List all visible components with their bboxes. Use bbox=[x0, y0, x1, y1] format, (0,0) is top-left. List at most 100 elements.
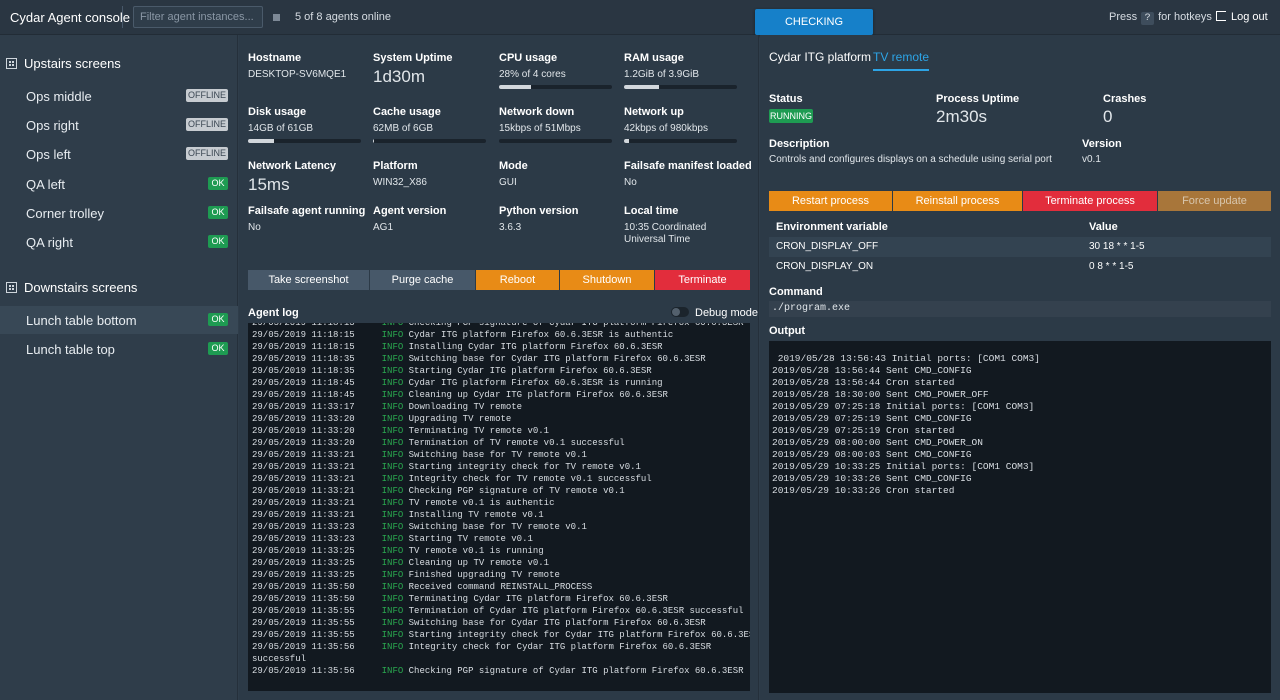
debug-mode-toggle[interactable]: Debug mode bbox=[671, 307, 758, 319]
log-message: Switching base for Cydar ITG platform Fi… bbox=[408, 354, 706, 364]
log-line: 29/05/2019 11:35:50 INFO Received comman… bbox=[252, 581, 746, 593]
process-output[interactable]: 2019/05/28 13:56:43 Initial ports: [COM1… bbox=[769, 341, 1271, 693]
table-row: CRON_DISPLAY_OFF 30 18 * * 1-5 bbox=[769, 237, 1271, 257]
sidebar-item-ops-right[interactable]: Ops right OFFLINE bbox=[0, 111, 238, 139]
checking-integrity-badge: CHECKING INTEGRITY bbox=[755, 9, 873, 54]
log-timestamp: 29/05/2019 11:35:50 bbox=[252, 582, 355, 592]
hostname-stat: Hostname DESKTOP-SV6MQE1 bbox=[248, 52, 346, 80]
status-badge: OFFLINE bbox=[186, 89, 228, 102]
log-timestamp: 29/05/2019 11:33:20 bbox=[252, 438, 355, 448]
sidebar-item-ops-middle[interactable]: Ops middle OFFLINE bbox=[0, 82, 238, 110]
disk-usage-bar bbox=[248, 139, 361, 143]
log-line: 29/05/2019 11:35:55 INFO Termination of … bbox=[252, 605, 746, 617]
force-update-button[interactable]: Force update bbox=[1158, 191, 1271, 211]
log-level: INFO bbox=[381, 498, 404, 508]
output-line: 2019/05/29 10:33:26 Sent CMD_CONFIG bbox=[772, 473, 972, 484]
restart-process-button[interactable]: Restart process bbox=[769, 191, 893, 211]
log-level: INFO bbox=[381, 594, 404, 604]
log-line: 29/05/2019 11:33:21 INFO Checking PGP si… bbox=[252, 485, 746, 497]
agent-log[interactable]: 29/05/2019 11:18:13 INFO Checking PGP si… bbox=[248, 323, 750, 691]
logout-button[interactable]: Log out bbox=[1216, 11, 1268, 23]
stat-label: CPU usage bbox=[499, 52, 558, 64]
usage-bar-fill bbox=[624, 85, 660, 89]
sidebar-item-qa-left[interactable]: QA left OK bbox=[0, 170, 238, 198]
process-panel: Cydar ITG platform TV remote Status RUNN… bbox=[760, 35, 1280, 700]
stat-label: Network up bbox=[624, 106, 684, 118]
env-value-header: Value bbox=[1089, 221, 1118, 233]
reinstall-process-button[interactable]: Reinstall process bbox=[893, 191, 1023, 211]
log-level: INFO bbox=[381, 342, 404, 352]
log-line: 29/05/2019 11:33:23 INFO Starting TV rem… bbox=[252, 533, 746, 545]
mode-stat: Mode GUI bbox=[499, 160, 528, 188]
stat-value: 3.6.3 bbox=[499, 222, 522, 233]
failsafe-agent-stat: Failsafe agent running No bbox=[248, 205, 365, 233]
log-line: 29/05/2019 11:33:21 INFO Switching base … bbox=[252, 449, 746, 461]
agent-name: Ops middle bbox=[26, 89, 92, 104]
upstairs-section-header: Upstairs screens bbox=[6, 56, 121, 71]
command-value: ./program.exe bbox=[769, 301, 1271, 317]
sidebar-item-ops-left[interactable]: Ops left OFFLINE bbox=[0, 140, 238, 168]
log-timestamp: 29/05/2019 11:33:21 bbox=[252, 498, 355, 508]
log-level: INFO bbox=[381, 323, 404, 328]
version-label: Version bbox=[1082, 138, 1122, 150]
log-level: INFO bbox=[381, 426, 404, 436]
stat-value: 28% of 4 cores bbox=[499, 69, 566, 80]
ram-usage-stat: RAM usage 1.2GiB of 3.9GiB bbox=[624, 52, 737, 89]
log-level: INFO bbox=[381, 366, 404, 376]
failsafe-manifest-stat: Failsafe manifest loaded No bbox=[624, 160, 752, 188]
log-message: Terminating TV remote v0.1 bbox=[408, 426, 550, 436]
stat-value: GUI bbox=[499, 177, 517, 188]
sidebar-item-qa-right[interactable]: QA right OK bbox=[0, 228, 238, 256]
sidebar: Upstairs screens Ops middle OFFLINE Ops … bbox=[0, 35, 238, 700]
purge-cache-button[interactable]: Purge cache bbox=[370, 270, 476, 290]
agent-name: Lunch table bottom bbox=[26, 313, 137, 328]
log-timestamp: 29/05/2019 11:18:15 bbox=[252, 330, 355, 340]
log-level: INFO bbox=[381, 666, 404, 676]
log-timestamp: 29/05/2019 11:33:21 bbox=[252, 474, 355, 484]
stop-icon[interactable] bbox=[273, 14, 280, 21]
stat-label: Agent version bbox=[373, 205, 447, 217]
log-message: Cydar ITG platform Firefox 60.6.3ESR is … bbox=[408, 378, 663, 388]
log-level: INFO bbox=[381, 390, 404, 400]
tab-tv-remote[interactable]: TV remote bbox=[873, 50, 930, 71]
sidebar-item-corner-trolley[interactable]: Corner trolley OK bbox=[0, 199, 238, 227]
sidebar-item-lunch-table-top[interactable]: Lunch table top OK bbox=[0, 335, 238, 363]
version-value: v0.1 bbox=[1082, 154, 1101, 165]
sidebar-item-lunch-table-bottom[interactable]: Lunch table bottom OK bbox=[0, 306, 238, 334]
platform-stat: Platform WIN32_X86 bbox=[373, 160, 427, 188]
status-badge: OFFLINE bbox=[186, 147, 228, 160]
search-input[interactable] bbox=[133, 6, 263, 28]
reboot-button[interactable]: Reboot bbox=[476, 270, 560, 290]
log-line: 29/05/2019 11:18:35 INFO Switching base … bbox=[252, 353, 746, 365]
hotkeys-prefix: Press bbox=[1109, 11, 1138, 23]
log-message: Starting Cydar ITG platform Firefox 60.6… bbox=[408, 366, 652, 376]
terminate-button[interactable]: Terminate bbox=[655, 270, 750, 290]
terminate-process-button[interactable]: Terminate process bbox=[1023, 191, 1158, 211]
log-message: Switching base for Cydar ITG platform Fi… bbox=[408, 618, 706, 628]
hotkeys-suffix: for hotkeys bbox=[1158, 11, 1212, 23]
log-timestamp: 29/05/2019 11:35:50 bbox=[252, 594, 355, 604]
log-timestamp: 29/05/2019 11:33:23 bbox=[252, 522, 355, 532]
process-uptime-label: Process Uptime bbox=[936, 93, 1020, 105]
toggle-switch[interactable] bbox=[671, 307, 689, 317]
take-screenshot-button[interactable]: Take screenshot bbox=[248, 270, 370, 290]
tab-cydar-itg-platform[interactable]: Cydar ITG platform bbox=[769, 50, 871, 64]
stat-label: Local time bbox=[624, 205, 679, 217]
log-timestamp: 29/05/2019 11:33:25 bbox=[252, 546, 355, 556]
log-line: 29/05/2019 11:35:55 INFO Starting integr… bbox=[252, 629, 750, 641]
log-message: TV remote v0.1 is authentic bbox=[408, 498, 555, 508]
log-message: Termination of Cydar ITG platform Firefo… bbox=[408, 606, 744, 616]
stat-label: Disk usage bbox=[248, 106, 307, 118]
shutdown-button[interactable]: Shutdown bbox=[560, 270, 655, 290]
system-uptime-stat: System Uptime 1d30m bbox=[373, 52, 452, 87]
log-timestamp: 29/05/2019 11:33:21 bbox=[252, 510, 355, 520]
output-label: Output bbox=[769, 325, 806, 337]
network-down-stat: Network down 15kbps of 51Mbps bbox=[499, 106, 612, 143]
log-line: 29/05/2019 11:35:56 INFO Integrity check… bbox=[252, 641, 746, 653]
log-line: 29/05/2019 11:18:45 INFO Cydar ITG platf… bbox=[252, 377, 746, 389]
hotkey-key: ? bbox=[1141, 12, 1155, 25]
log-message: Switching base for TV remote v0.1 bbox=[408, 522, 587, 532]
status-badge: OK bbox=[208, 235, 228, 248]
description-label: Description bbox=[769, 138, 830, 150]
network-down-bar bbox=[499, 139, 612, 143]
